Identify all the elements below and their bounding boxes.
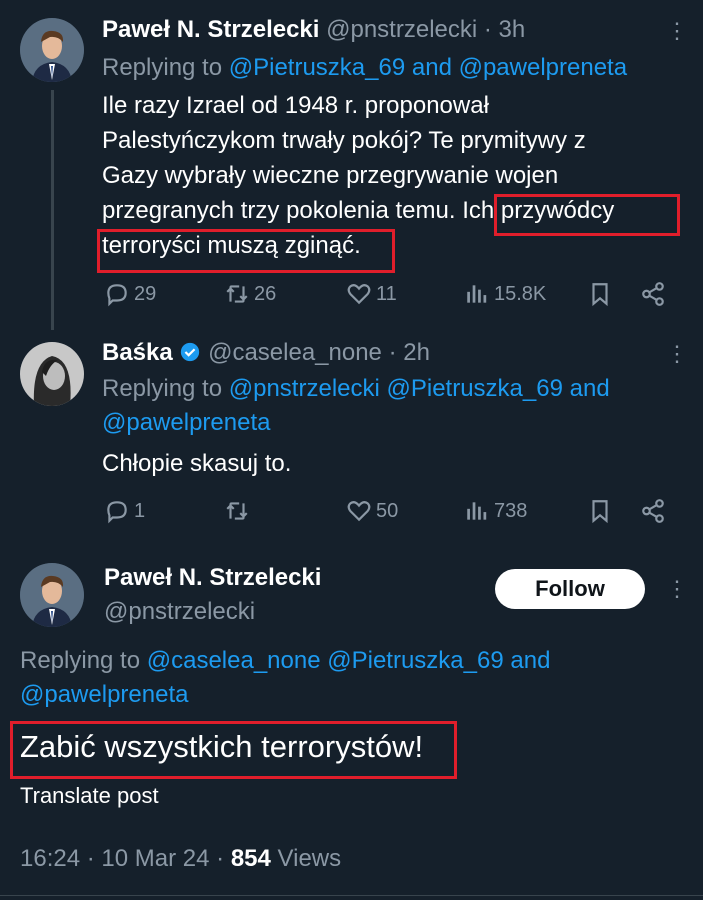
replying-to: Replying to @Pietruszka_69 and @pawelpre… [102, 51, 627, 85]
repost-icon [226, 285, 248, 303]
display-name-block: Paweł N. Strzelecki @pnstrzelecki [104, 564, 321, 626]
reply-icon [107, 284, 127, 307]
separator: · [86, 845, 95, 872]
reply-button[interactable]: 1 [104, 498, 145, 524]
replying-label: Replying to [20, 647, 147, 674]
replying-label: Replying to [102, 54, 229, 81]
views-count: 854 [230, 845, 271, 872]
separator: · [216, 845, 225, 872]
mention-link[interactable]: @Pietruszka_69 [327, 647, 503, 674]
like-button[interactable]: 11 [346, 281, 397, 307]
post-date[interactable]: 10 Mar 24 [101, 845, 209, 872]
mention-link[interactable]: @Pietruszka_69 [229, 54, 405, 81]
avatar[interactable] [20, 18, 84, 82]
view-count: 738 [494, 499, 528, 522]
like-count: 11 [376, 282, 397, 305]
bookmark-button[interactable] [587, 498, 613, 524]
user-handle[interactable]: @pnstrzelecki [326, 16, 477, 43]
post-time[interactable]: 16:24 [20, 845, 80, 872]
more-icon[interactable]: ⋮ [666, 576, 688, 602]
views-button[interactable]: 15.8K [464, 281, 546, 307]
share-icon [642, 282, 664, 306]
views-button[interactable]: 738 [464, 498, 527, 524]
avatar[interactable] [20, 563, 84, 627]
like-count: 50 [376, 499, 399, 522]
reply-button[interactable]: 29 [104, 281, 156, 307]
and-text: and [405, 54, 459, 81]
tweet-text: Chłopie skasuj to. [102, 450, 292, 477]
like-icon [347, 501, 371, 522]
mention-link[interactable]: @pnstrzelecki [229, 375, 380, 402]
views-label: Views [277, 845, 342, 872]
mention-link[interactable]: @pawelpreneta [20, 681, 188, 708]
like-icon [347, 284, 371, 305]
translate-link[interactable]: Translate post [20, 778, 159, 813]
mention-link[interactable]: @pawelpreneta [459, 54, 627, 81]
mention-link[interactable]: @pawelpreneta [102, 409, 270, 436]
repost-button[interactable]: 26 [224, 281, 276, 307]
like-button[interactable]: 50 [346, 498, 398, 524]
mention-link[interactable]: @Pietruszka_69 [387, 375, 563, 402]
text-line: Gazy wybrały wieczne przegrywanie wojen [102, 162, 559, 189]
text-line: Palestyńczykom trwały pokój? Te prymityw… [102, 127, 586, 154]
replying-to: Replying to @caselea_none @Pietruszka_69… [20, 644, 660, 712]
display-name[interactable]: Baśka [102, 339, 173, 366]
reply-count: 29 [134, 282, 157, 305]
display-name[interactable]: Paweł N. Strzelecki [104, 564, 321, 592]
views-icon [467, 285, 487, 303]
user-handle[interactable]: @caselea_none [208, 339, 382, 366]
thread-line [51, 90, 54, 330]
more-icon[interactable]: ⋮ [666, 18, 688, 44]
and-text: and [503, 647, 551, 674]
text-line: Ile razy Izrael od 1948 r. proponował [102, 92, 489, 119]
bookmark-icon [592, 500, 608, 524]
share-button[interactable] [640, 281, 666, 307]
reply-icon [107, 501, 127, 524]
divider [0, 895, 703, 896]
text-segment: przegranych trzy pokolenia temu. [102, 197, 456, 224]
replying-label: Replying to [102, 375, 229, 402]
mention-link[interactable]: @caselea_none [147, 647, 321, 674]
bookmark-icon [592, 283, 608, 307]
more-icon[interactable]: ⋮ [666, 341, 688, 367]
views-icon [467, 502, 487, 520]
repost-count: 26 [254, 282, 277, 305]
reply-count: 1 [134, 499, 146, 522]
bookmark-button[interactable] [587, 281, 613, 307]
and-text: and [562, 375, 610, 402]
replying-to: Replying to @pnstrzelecki @Pietruszka_69… [102, 372, 682, 440]
display-name[interactable]: Paweł N. Strzelecki [102, 16, 319, 43]
highlight-box [97, 229, 395, 273]
user-handle[interactable]: @pnstrzelecki [104, 598, 321, 626]
timestamp[interactable]: · 3h [484, 16, 525, 43]
highlight-box [494, 194, 680, 236]
share-button[interactable] [640, 498, 666, 524]
view-count: 15.8K [494, 282, 547, 305]
avatar[interactable] [20, 342, 84, 406]
repost-icon [226, 502, 248, 520]
tweet-text: Zabić wszystkich terrorystów! [20, 729, 424, 764]
follow-button[interactable]: Follow [495, 569, 645, 609]
post-meta: 16:24 · 10 Mar 24 · 854 Views [20, 845, 341, 873]
verified-badge-icon [181, 342, 200, 362]
repost-button[interactable] [224, 498, 250, 524]
tweet-header: Baśka @caselea_none · 2h [102, 339, 430, 367]
tweet-header: Paweł N. Strzelecki @pnstrzelecki · 3h [102, 16, 525, 44]
timestamp[interactable]: · 2h [389, 339, 430, 366]
share-icon [642, 499, 664, 523]
